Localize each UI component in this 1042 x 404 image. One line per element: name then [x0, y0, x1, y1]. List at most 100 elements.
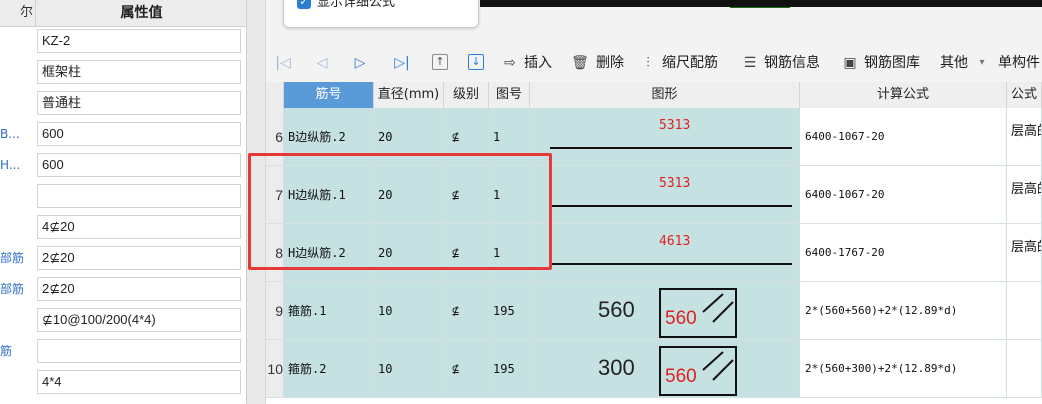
diameter-cell[interactable]: 10 — [374, 282, 444, 340]
drawing-view-strip — [480, 0, 1042, 8]
column-header-formula[interactable]: 计算公式 — [800, 82, 1007, 108]
insert-button[interactable]: 插入 — [524, 52, 552, 74]
shape-no-cell[interactable]: 195 — [489, 340, 530, 398]
row-index: 10 — [266, 340, 284, 398]
property-row: 部筋 2⊈20 — [0, 274, 246, 305]
show-formula-label: 显示详细公式 — [317, 0, 396, 10]
property-name: 部筋 — [0, 251, 25, 265]
unit-component-button[interactable]: 单构件 — [998, 52, 1040, 74]
straight-bar-shape — [550, 147, 792, 149]
row-index: 9 — [266, 282, 284, 340]
property-value-field[interactable]: 4*4 — [37, 370, 241, 394]
property-name: H... — [0, 158, 21, 172]
formula-cell[interactable]: 6400-1067-20 — [800, 166, 1007, 224]
property-name-header: 尔 — [0, 0, 36, 26]
bar-name-cell[interactable]: 箍筋.1 — [284, 282, 374, 340]
straight-bar-shape — [550, 205, 792, 207]
formula-cell[interactable]: 6400-1767-20 — [800, 224, 1007, 282]
move-up-icon[interactable]: ↑ — [432, 54, 448, 70]
shape-length-label: 5313 — [659, 176, 691, 191]
property-row: H... 600 — [0, 150, 246, 181]
property-name — [0, 367, 34, 398]
first-record-icon[interactable]: |◁ — [274, 52, 292, 74]
formula-cell[interactable]: 6400-1067-20 — [800, 108, 1007, 166]
drawing-line — [730, 0, 790, 8]
stirrup-shape: 560 — [659, 288, 737, 338]
column-header-diameter[interactable]: 直径(mm) — [374, 82, 444, 108]
rebar-info-icon[interactable]: ☰ — [740, 52, 760, 74]
grade-cell[interactable]: ⊈ — [444, 282, 489, 340]
formula-desc-cell[interactable]: 层高的露 — [1007, 108, 1042, 166]
delete-button[interactable]: 删除 — [596, 52, 624, 74]
property-name — [0, 57, 34, 88]
scale-rebar-button[interactable]: 缩尺配筋 — [662, 52, 718, 74]
stirrup-inner-label: 560 — [665, 308, 697, 329]
grid-header: 筋号 直径(mm) 级别 图号 图形 计算公式 公式 — [266, 82, 1042, 109]
shape-cell[interactable]: 5313 — [530, 108, 800, 166]
formula-cell[interactable]: 2*(560+300)+2*(12.89*d) — [800, 340, 1007, 398]
property-row: KZ-2 — [0, 26, 246, 57]
highlight-annotation-box — [248, 153, 552, 270]
insert-icon[interactable]: ⇨ — [500, 52, 520, 74]
formula-cell[interactable]: 2*(560+560)+2*(12.89*d) — [800, 282, 1007, 340]
column-header-bar-name[interactable]: 筋号 — [284, 82, 374, 108]
rebar-info-button[interactable]: 钢筋信息 — [764, 52, 820, 74]
property-row: 框架柱 — [0, 57, 246, 88]
last-record-icon[interactable]: ▷| — [392, 52, 412, 74]
property-value-field[interactable] — [37, 339, 241, 363]
bar-name-cell[interactable]: 箍筋.2 — [284, 340, 374, 398]
next-record-icon[interactable]: ▷ — [352, 52, 368, 74]
property-name — [0, 26, 34, 57]
other-menu-button[interactable]: 其他 — [940, 52, 968, 74]
property-name: B... — [0, 127, 20, 141]
chevron-down-icon[interactable]: ▾ — [976, 52, 988, 74]
property-name — [0, 88, 34, 119]
table-row[interactable]: 10 箍筋.2 10 ⊈ 195 300 560 2*(560+300)+2*(… — [266, 340, 1042, 398]
property-value-field[interactable]: 4⊈20 — [37, 215, 241, 239]
property-value-field[interactable]: 2⊈20 — [37, 246, 241, 270]
shape-cell[interactable]: 5313 — [530, 166, 800, 224]
column-header-shape-no[interactable]: 图号 — [489, 82, 530, 108]
grade-cell[interactable]: ⊈ — [444, 340, 489, 398]
trash-icon[interactable]: 🗑 — [570, 52, 590, 74]
display-options-popup: ✓ 显示详细公式 — [283, 0, 479, 28]
property-value-field[interactable]: 600 — [37, 122, 241, 146]
table-row[interactable]: 9 箍筋.1 10 ⊈ 195 560 560 2*(560+560)+2*(1… — [266, 282, 1042, 340]
shape-cell[interactable]: 560 560 — [530, 282, 800, 340]
property-value-field[interactable] — [37, 184, 241, 208]
move-down-icon[interactable]: ↓ — [468, 54, 484, 70]
stirrup-side-label: 300 — [598, 355, 635, 380]
property-value-field[interactable]: 普通柱 — [37, 91, 241, 115]
shape-cell[interactable]: 4613 — [530, 224, 800, 282]
column-header-shape[interactable]: 图形 — [530, 82, 800, 108]
property-name — [0, 212, 34, 243]
show-formula-checkbox[interactable]: ✓ — [297, 0, 311, 9]
property-value-field[interactable]: ⊈10@100/200(4*4) — [37, 308, 241, 332]
formula-desc-cell[interactable]: 层高的露 — [1007, 224, 1042, 282]
stirrup-side-label: 560 — [598, 297, 635, 322]
property-value-field[interactable]: 2⊈20 — [37, 277, 241, 301]
property-row: 4*4 — [0, 367, 246, 398]
straight-bar-shape — [550, 263, 792, 265]
rebar-library-button[interactable]: 钢筋图库 — [864, 52, 920, 74]
rebar-library-icon[interactable]: ▣ — [840, 52, 860, 74]
formula-desc-cell[interactable] — [1007, 282, 1042, 340]
formula-desc-cell[interactable]: 层高的露 — [1007, 166, 1042, 224]
formula-desc-cell[interactable] — [1007, 340, 1042, 398]
property-value-field[interactable]: 框架柱 — [37, 60, 241, 84]
scale-rebar-icon[interactable]: ⫶ — [638, 52, 658, 74]
property-row: 筋 — [0, 336, 246, 367]
previous-record-icon[interactable]: ◁ — [314, 52, 330, 74]
shape-cell[interactable]: 300 560 — [530, 340, 800, 398]
property-panel: 尔 属性值 KZ-2 框架柱 普通柱 B... 600 H... 600 4⊈20 … — [0, 0, 247, 404]
property-value-field[interactable]: 600 — [37, 153, 241, 177]
shape-no-cell[interactable]: 195 — [489, 282, 530, 340]
column-header-grade[interactable]: 级别 — [444, 82, 489, 108]
property-header: 尔 属性值 — [0, 0, 246, 27]
property-name — [0, 305, 34, 336]
property-row: 4⊈20 — [0, 212, 246, 243]
property-value-field[interactable]: KZ-2 — [37, 29, 241, 53]
column-header-formula-desc[interactable]: 公式 — [1007, 82, 1042, 108]
property-row: 部筋 2⊈20 — [0, 243, 246, 274]
diameter-cell[interactable]: 10 — [374, 340, 444, 398]
